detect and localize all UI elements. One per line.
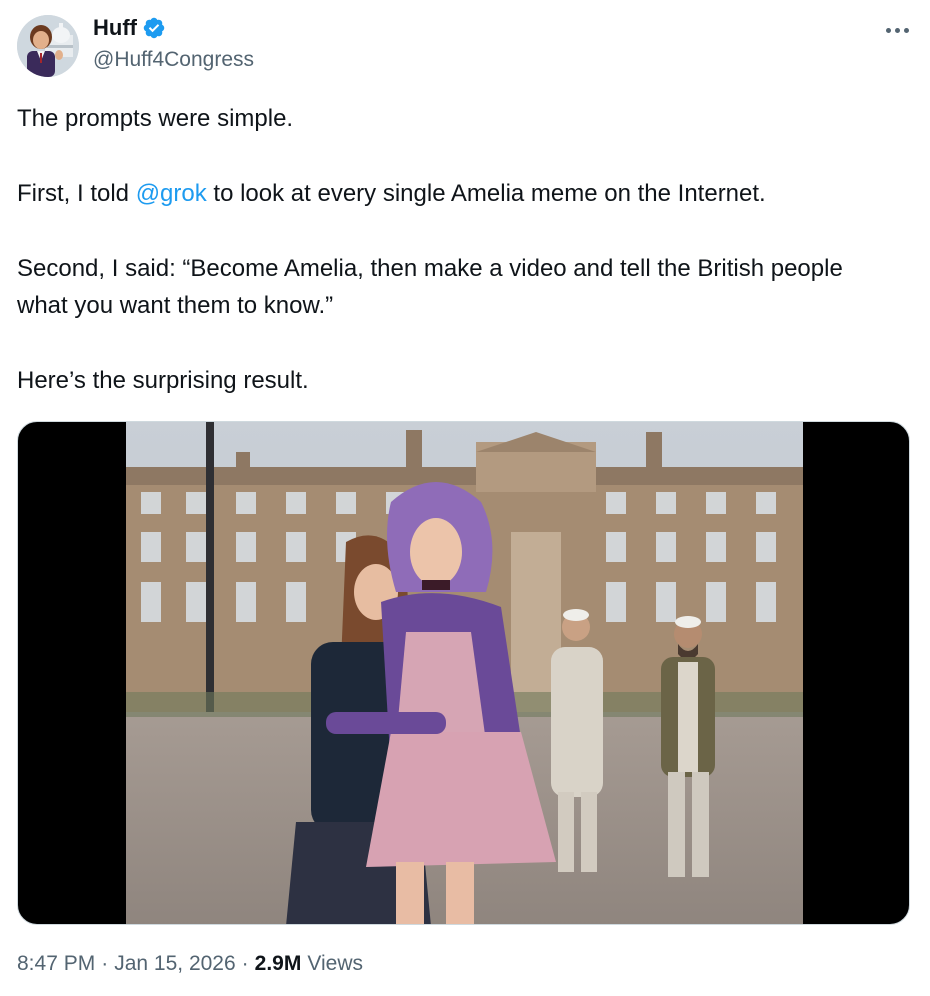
tweet-card[interactable]: Huff @Huff4Congress The prompts were sim…: [0, 0, 930, 996]
author-name-row: Huff: [93, 14, 166, 42]
meta-separator: ·: [101, 952, 109, 975]
more-horizontal-icon: [885, 27, 909, 33]
tweet-date[interactable]: Jan 15, 2026: [114, 952, 235, 976]
tweet-line-3: Second, I said: “Become Amelia, then mak…: [17, 255, 843, 319]
tweet-line-2-start: First, I told: [17, 180, 136, 207]
views-count[interactable]: 2.9M: [255, 952, 302, 976]
tweet-line-2: First, I told @grok to look at every sin…: [17, 175, 897, 212]
author-handle[interactable]: @Huff4Congress: [93, 48, 254, 72]
tweet-meta: 8:47 PM · Jan 15, 2026 · 2.9M Views: [17, 952, 363, 976]
more-options-button[interactable]: [882, 18, 912, 42]
video-thumbnail-image: [126, 422, 803, 924]
video-player[interactable]: [17, 421, 910, 925]
views-label: Views: [307, 952, 363, 975]
author-avatar[interactable]: [17, 15, 79, 77]
tweet-line-4: Here’s the surprising result.: [17, 367, 309, 394]
tweet-time[interactable]: 8:47 PM: [17, 952, 95, 976]
mention-link[interactable]: @grok: [136, 180, 207, 207]
avatar-image: [17, 15, 79, 77]
verified-badge-icon: [142, 16, 166, 40]
video-frame[interactable]: [126, 422, 803, 924]
author-display-name[interactable]: Huff: [93, 15, 137, 41]
tweet-line-2-end: to look at every single Amelia meme on t…: [206, 180, 766, 207]
tweet-text: The prompts were simple. First, I told @…: [17, 100, 897, 399]
tweet-line-1: The prompts were simple.: [17, 105, 294, 132]
meta-separator: ·: [241, 952, 249, 975]
